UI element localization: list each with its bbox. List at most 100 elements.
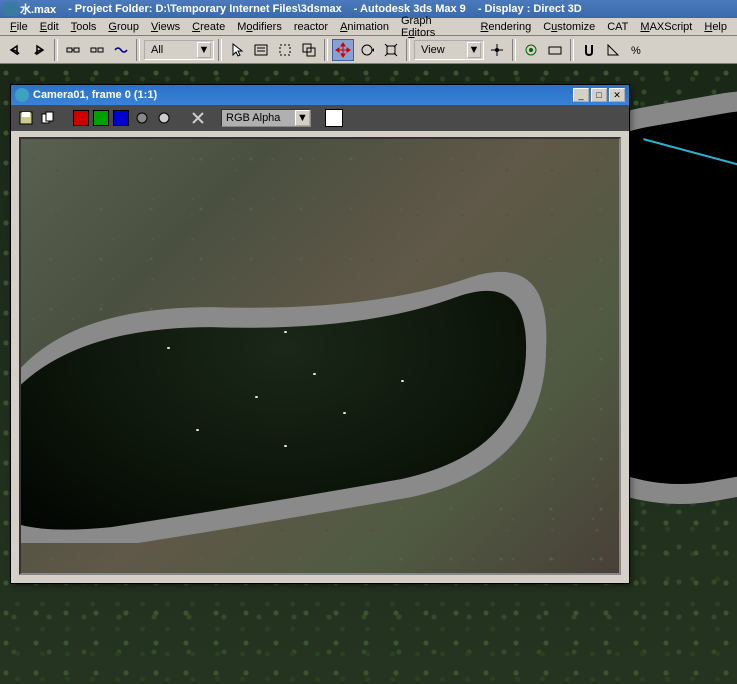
red-channel-button[interactable] [73, 110, 89, 126]
menu-animation[interactable]: Animation [334, 20, 395, 34]
menu-graph-editors[interactable]: Graph Editors [395, 14, 474, 40]
menu-cat[interactable]: CAT [601, 20, 634, 34]
bind-space-warp-button[interactable] [110, 39, 132, 61]
monochrome-button[interactable] [155, 109, 173, 127]
angle-snap-button[interactable] [602, 39, 624, 61]
toolbar-separator [54, 39, 58, 61]
menu-rendering[interactable]: Rendering [474, 20, 537, 34]
clone-icon [40, 110, 56, 126]
select-manipulate-button[interactable] [520, 39, 542, 61]
water-highlight [343, 412, 346, 414]
clone-frame-button[interactable] [39, 109, 57, 127]
select-and-move-button[interactable] [332, 39, 354, 61]
water-highlight [284, 331, 287, 333]
keyboard-shortcut-button[interactable] [544, 39, 566, 61]
menu-maxscript[interactable]: MAXScript [634, 20, 698, 34]
manipulate-icon [523, 42, 539, 58]
background-color-swatch[interactable] [325, 109, 343, 127]
undo-icon [7, 42, 23, 58]
menu-reactor[interactable]: reactor [288, 20, 334, 34]
list-icon [253, 42, 269, 58]
close-button[interactable]: ✕ [609, 88, 625, 102]
render-window-titlebar[interactable]: Camera01, frame 0 (1:1) _ □ ✕ [11, 85, 629, 105]
toolbar-separator [324, 39, 328, 61]
redo-icon [31, 42, 47, 58]
render-window-icon [15, 88, 29, 102]
maximize-button[interactable]: □ [591, 88, 607, 102]
main-menu-bar: File Edit Tools Group Views Create Modif… [0, 18, 737, 36]
link-button[interactable] [62, 39, 84, 61]
water-highlight [313, 373, 316, 375]
dropdown-arrow-icon: ▼ [467, 42, 481, 58]
display-mode-text: - Display : Direct 3D [478, 3, 582, 15]
reference-coord-value: View [417, 44, 467, 56]
reference-coord-dropdown[interactable]: View ▼ [414, 40, 484, 60]
channel-display-value: RGB Alpha [222, 112, 295, 124]
render-image-container [13, 131, 627, 581]
dropdown-arrow-icon: ▼ [295, 110, 310, 126]
menu-tools[interactable]: Tools [65, 20, 103, 34]
water-highlight [401, 380, 404, 382]
filename-text: 水.max [20, 1, 56, 17]
render-window-title: Camera01, frame 0 (1:1) [33, 89, 571, 101]
dropdown-arrow-icon: ▼ [197, 42, 211, 58]
mono-icon [156, 110, 172, 126]
unlink-icon [89, 42, 105, 58]
pivot-icon [489, 42, 505, 58]
selection-filter-value: All [147, 44, 197, 56]
toolbar-separator [406, 39, 410, 61]
unlink-button[interactable] [86, 39, 108, 61]
rendered-pond [19, 217, 577, 543]
keyboard-icon [547, 42, 563, 58]
water-highlight [255, 396, 258, 398]
green-channel-button[interactable] [93, 110, 109, 126]
window-title-bar: 水.max - Project Folder: D:\Temporary Int… [0, 0, 737, 18]
toolbar-separator [570, 39, 574, 61]
window-crossing-button[interactable] [298, 39, 320, 61]
menu-create[interactable]: Create [186, 20, 231, 34]
pivot-center-button[interactable] [486, 39, 508, 61]
menu-customize[interactable]: Customize [537, 20, 601, 34]
select-and-scale-button[interactable] [380, 39, 402, 61]
rendered-image[interactable] [19, 137, 621, 575]
angle-snap-icon [605, 42, 621, 58]
water-highlight [167, 347, 170, 349]
link-icon [65, 42, 81, 58]
toolbar-separator [218, 39, 222, 61]
toolbar-separator [136, 39, 140, 61]
snap-toggle-button[interactable] [578, 39, 600, 61]
percent-snap-button[interactable]: % [626, 39, 648, 61]
select-by-name-button[interactable] [250, 39, 272, 61]
percent-icon: % [629, 42, 645, 58]
menu-views[interactable]: Views [145, 20, 186, 34]
project-folder-text: - Project Folder: D:\Temporary Internet … [68, 3, 342, 15]
app-icon [4, 2, 18, 16]
selection-filter-dropdown[interactable]: All ▼ [144, 40, 214, 60]
blue-channel-button[interactable] [113, 110, 129, 126]
menu-help[interactable]: Help [698, 20, 733, 34]
select-region-button[interactable] [274, 39, 296, 61]
svg-text:%: % [631, 45, 641, 57]
save-icon [18, 110, 34, 126]
menu-group[interactable]: Group [102, 20, 145, 34]
pond-water [19, 217, 577, 543]
toolbar-separator [512, 39, 516, 61]
snap-icon [581, 42, 597, 58]
minimize-button[interactable]: _ [573, 88, 589, 102]
select-object-button[interactable] [226, 39, 248, 61]
menu-file[interactable]: File [4, 20, 34, 34]
move-icon [335, 42, 351, 58]
clear-button[interactable] [189, 109, 207, 127]
space-warp-icon [113, 42, 129, 58]
menu-edit[interactable]: Edit [34, 20, 65, 34]
redo-button[interactable] [28, 39, 50, 61]
save-image-button[interactable] [17, 109, 35, 127]
menu-modifiers[interactable]: Modifiers [231, 20, 288, 34]
undo-button[interactable] [4, 39, 26, 61]
crossing-icon [301, 42, 317, 58]
select-and-rotate-button[interactable] [356, 39, 378, 61]
render-window-toolbar: RGB Alpha ▼ [11, 105, 629, 131]
channel-display-dropdown[interactable]: RGB Alpha ▼ [221, 109, 311, 127]
alpha-channel-button[interactable] [133, 109, 151, 127]
alpha-icon [134, 110, 150, 126]
